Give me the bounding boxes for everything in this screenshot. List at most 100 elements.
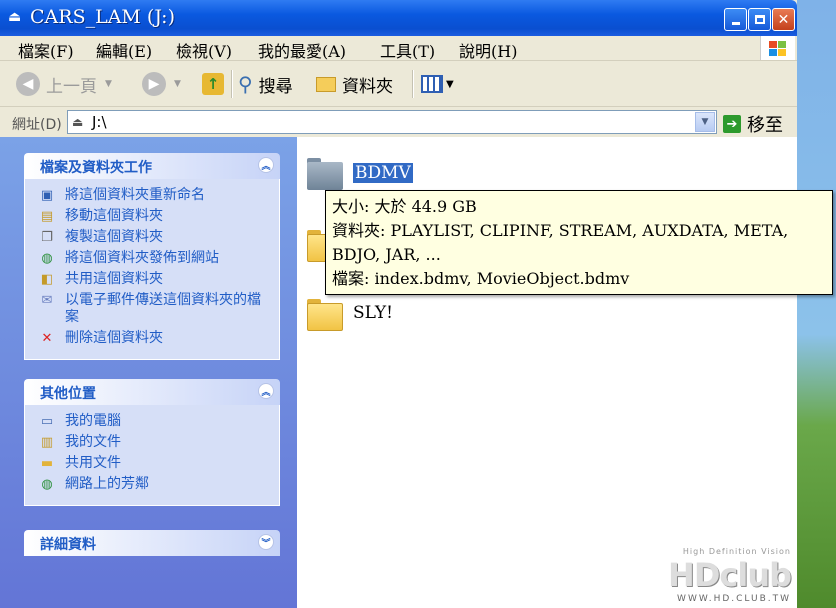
close-button[interactable]: ✕ <box>772 8 795 31</box>
network-icon: ◍ <box>41 477 53 492</box>
computer-icon: ▭ <box>40 414 54 429</box>
folder-icon[interactable] <box>307 299 343 331</box>
watermark-logo: HDclub <box>668 556 792 594</box>
panel-title: 詳細資料 <box>40 537 96 553</box>
delete-icon: ✕ <box>41 331 53 346</box>
toolbar-separator <box>412 70 414 98</box>
standard-toolbar: ◀ 上一頁 ▼ ▶ ▼ ↑ ⚲ 搜尋 資料夾 ▼ <box>0 62 797 107</box>
up-arrow-icon: ↑ <box>202 73 224 95</box>
menu-view[interactable]: 檢視(V) <box>176 38 232 62</box>
folders-button[interactable]: 資料夾 <box>316 70 393 98</box>
file-folder-tasks-panel: 檔案及資料夾工作 ︽ ▣ 將這個資料夾重新命名 ▤ 移動這個資料夾 ❐ 複製這個資料夾… <box>24 153 280 360</box>
go-label: 移至 <box>747 115 783 136</box>
folder-icon <box>316 76 336 92</box>
chevron-down-icon: ▼ <box>174 79 181 89</box>
address-value: J:\ <box>92 113 107 131</box>
search-button[interactable]: ⚲ 搜尋 <box>238 70 293 98</box>
desktop-background <box>797 0 836 608</box>
globe-icon: ◍ <box>41 251 53 266</box>
menu-tools[interactable]: 工具(T) <box>380 38 435 62</box>
search-label: 搜尋 <box>258 76 293 97</box>
shared-folder-icon: ▬ <box>40 456 54 471</box>
task-share-folder[interactable]: ◧ 共用這個資料夾 <box>39 271 269 288</box>
folder-icon[interactable] <box>307 158 343 190</box>
place-my-documents[interactable]: ▥ 我的文件 <box>39 434 269 451</box>
menu-bar: 檔案(F) 編輯(E) 檢視(V) 我的最愛(A) 工具(T) 說明(H) <box>0 36 797 61</box>
other-places-panel: 其他位置 ︽ ▭ 我的電腦 ▥ 我的文件 ▬ 共用文件 ◍ 網路上的芳鄰 <box>24 379 280 506</box>
expand-icon[interactable]: ︾ <box>258 534 274 550</box>
place-shared-documents[interactable]: ▬ 共用文件 <box>39 455 269 472</box>
explorer-window: ⏏ CARS_LAM (J:) ✕ 檔案(F) 編輯(E) 檢視(V) 我的最愛… <box>0 0 833 608</box>
folder-info-tooltip: 大小: 大於 44.9 GB 資料夾: PLAYLIST, CLIPINF, S… <box>325 190 833 295</box>
maximize-button[interactable] <box>748 8 771 31</box>
task-publish-folder[interactable]: ◍ 將這個資料夾發佈到網站 <box>39 250 269 267</box>
address-bar: 網址(D) ⏏ J:\ ▼ ➔ 移至 <box>0 107 797 137</box>
panel-title: 其他位置 <box>40 386 96 402</box>
tooltip-folders: 資料夾: PLAYLIST, CLIPINF, STREAM, AUXDATA,… <box>332 221 789 240</box>
documents-icon: ▥ <box>40 435 54 450</box>
email-icon: ✉ <box>41 293 53 308</box>
menu-help[interactable]: 說明(H) <box>459 38 517 62</box>
place-my-computer[interactable]: ▭ 我的電腦 <box>39 413 269 430</box>
menu-edit[interactable]: 編輯(E) <box>96 38 152 62</box>
task-copy-folder[interactable]: ❐ 複製這個資料夾 <box>39 229 269 246</box>
window-title: CARS_LAM (J:) <box>30 6 175 28</box>
place-network[interactable]: ◍ 網路上的芳鄰 <box>39 476 269 493</box>
task-delete-folder[interactable]: ✕ 刪除這個資料夾 <box>39 330 269 347</box>
task-email-folder[interactable]: ✉ 以電子郵件傳送這個資料夾的檔案 <box>39 292 269 326</box>
toolbar-separator <box>231 70 233 98</box>
close-icon: ✕ <box>777 11 790 28</box>
search-icon: ⚲ <box>238 72 253 96</box>
drive-icon: ⏏ <box>72 115 84 129</box>
address-label: 網址(D) <box>12 117 62 133</box>
watermark-url: WWW.HD.CLUB.TW <box>677 594 791 604</box>
panel-body: ▭ 我的電腦 ▥ 我的文件 ▬ 共用文件 ◍ 網路上的芳鄰 <box>24 405 280 506</box>
task-pane: 檔案及資料夾工作 ︽ ▣ 將這個資料夾重新命名 ▤ 移動這個資料夾 ❐ 複製這個資料夾… <box>0 137 297 608</box>
chevron-down-icon: ▼ <box>105 79 112 89</box>
minimize-icon <box>731 22 740 25</box>
panel-header[interactable]: 其他位置 ︽ <box>24 379 280 405</box>
panel-title: 檔案及資料夾工作 <box>40 160 152 176</box>
forward-button[interactable]: ▶ ▼ <box>142 70 181 98</box>
drive-icon: ⏏ <box>8 9 22 25</box>
move-icon: ▤ <box>40 209 54 224</box>
folders-label: 資料夾 <box>342 76 393 97</box>
folder-name-sly[interactable]: SLY! <box>353 303 393 323</box>
copy-icon: ❐ <box>41 230 53 245</box>
address-input[interactable]: ⏏ J:\ ▼ <box>67 110 717 134</box>
menu-file[interactable]: 檔案(F) <box>18 38 74 62</box>
panel-header[interactable]: 檔案及資料夾工作 ︽ <box>24 153 280 179</box>
up-folder-button[interactable]: ↑ <box>202 70 224 98</box>
rename-icon: ▣ <box>40 188 54 203</box>
minimize-button[interactable] <box>724 8 747 31</box>
panel-header[interactable]: 詳細資料 ︾ <box>24 530 280 556</box>
maximize-icon <box>754 15 765 24</box>
title-bar[interactable]: ⏏ CARS_LAM (J:) ✕ <box>0 0 797 36</box>
back-arrow-icon: ◀ <box>16 72 40 96</box>
share-icon: ◧ <box>40 272 54 287</box>
chevron-down-icon: ▼ <box>446 78 454 90</box>
go-arrow-icon: ➔ <box>723 115 741 133</box>
collapse-icon[interactable]: ︽ <box>258 157 274 173</box>
tooltip-folders-cont: BDJO, JAR, ... <box>332 245 441 264</box>
panel-body: ▣ 將這個資料夾重新命名 ▤ 移動這個資料夾 ❐ 複製這個資料夾 ◍ 將這個資料夾發佈到… <box>24 179 280 360</box>
details-panel: 詳細資料 ︾ <box>24 530 280 556</box>
windows-logo-icon <box>760 36 795 60</box>
collapse-icon[interactable]: ︽ <box>258 383 274 399</box>
task-rename-folder[interactable]: ▣ 將這個資料夾重新命名 <box>39 187 269 204</box>
folder-name-bdmv[interactable]: BDMV <box>353 163 413 183</box>
task-move-folder[interactable]: ▤ 移動這個資料夾 <box>39 208 269 225</box>
menu-favorites[interactable]: 我的最愛(A) <box>258 38 346 62</box>
views-button[interactable]: ▼ <box>421 70 454 98</box>
watermark-tagline: High Definition Vision <box>682 547 791 556</box>
back-button[interactable]: ◀ 上一頁 ▼ <box>16 70 112 98</box>
address-dropdown-button[interactable]: ▼ <box>695 112 715 132</box>
go-button[interactable]: ➔ 移至 <box>723 111 783 137</box>
chevron-down-icon: ▼ <box>701 117 709 127</box>
watermark: High Definition Vision HDclub WWW.HD.CLU… <box>668 547 792 604</box>
tooltip-files: 檔案: index.bdmv, MovieObject.bdmv <box>332 269 630 288</box>
views-icon <box>421 75 443 93</box>
back-label: 上一頁 <box>46 76 97 97</box>
forward-arrow-icon: ▶ <box>142 72 166 96</box>
tooltip-size: 大小: 大於 44.9 GB <box>332 197 477 216</box>
